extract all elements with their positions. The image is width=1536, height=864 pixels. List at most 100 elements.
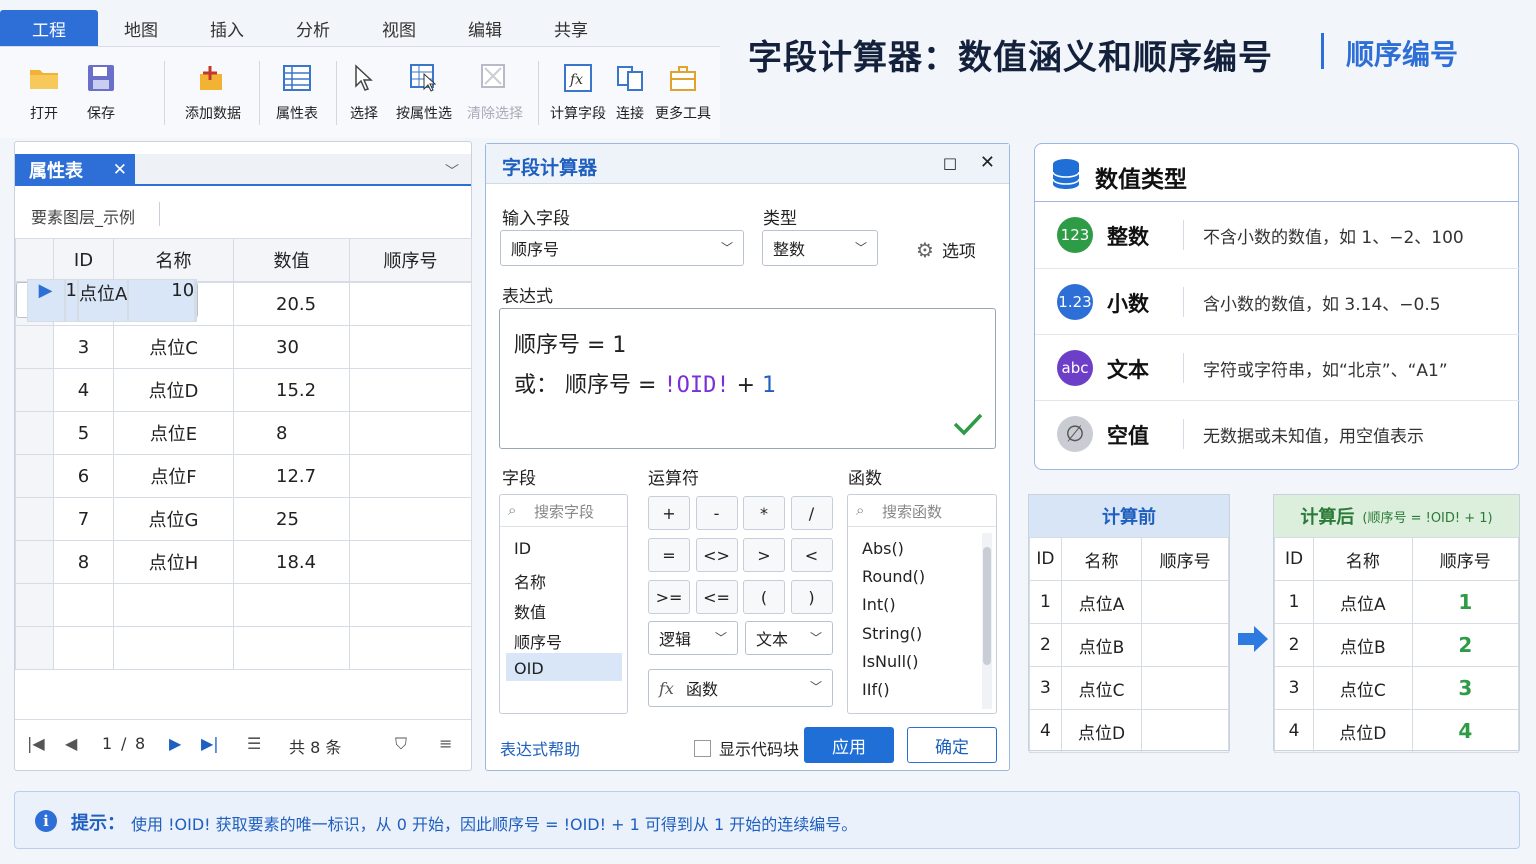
row-selector[interactable] — [15, 411, 54, 455]
cell-seq[interactable] — [195, 278, 198, 322]
operator-button[interactable]: <> — [695, 538, 738, 572]
tab-project[interactable]: 工程 — [0, 10, 98, 46]
operator-button[interactable]: ) — [790, 580, 833, 614]
cell-seq[interactable] — [349, 282, 472, 326]
field-item[interactable]: 名称 — [514, 569, 546, 593]
cell-name[interactable]: 点位D — [113, 368, 234, 412]
function-item[interactable]: Abs() — [862, 539, 904, 558]
cell-value[interactable]: 15.2 — [233, 368, 350, 412]
cell-seq[interactable] — [349, 540, 472, 584]
close-icon[interactable]: ✕ — [113, 160, 127, 180]
apply-button[interactable]: 应用 — [804, 727, 894, 763]
cell-value[interactable]: 12.7 — [233, 454, 350, 498]
cell-id[interactable]: 7 — [53, 497, 114, 541]
maximize-icon[interactable]: □ — [943, 154, 957, 172]
table-row[interactable]: 5 点位E 8 — [15, 411, 472, 455]
text-dropdown[interactable]: 文本 ﹀ — [745, 621, 833, 655]
operator-button[interactable]: = — [648, 538, 690, 572]
function-item[interactable]: String() — [862, 624, 922, 643]
cell-seq[interactable] — [349, 626, 472, 670]
cell-id[interactable]: 6 — [53, 454, 114, 498]
attribute-table-button[interactable]: 属性表 — [262, 47, 332, 139]
last-page-icon[interactable]: ▶| — [201, 734, 219, 753]
function-item[interactable]: Int() — [862, 595, 896, 614]
attribute-table-tab[interactable]: 属性表 ✕ — [15, 154, 135, 186]
cell-value[interactable]: 25 — [233, 497, 350, 541]
operator-button[interactable]: + — [648, 496, 690, 530]
cell-id[interactable]: 5 — [53, 411, 114, 455]
row-selector[interactable] — [15, 626, 54, 670]
cell-name[interactable]: 点位F — [113, 454, 234, 498]
row-selector[interactable] — [15, 368, 54, 412]
show-code-block-checkbox[interactable]: 显示代码块 — [694, 736, 799, 760]
cell-seq[interactable] — [349, 583, 472, 627]
cell-value[interactable]: 18.4 — [233, 540, 350, 584]
column-header-seq[interactable]: 顺序号 — [349, 238, 472, 282]
column-header-value[interactable]: 数值 — [233, 238, 350, 282]
cell-id[interactable]: 1 — [64, 278, 78, 322]
function-item[interactable]: IsNull() — [862, 652, 919, 671]
table-row[interactable]: ▶ 1 点位A 10 — [15, 278, 199, 322]
field-item-oid[interactable]: OID — [514, 659, 544, 678]
field-item[interactable]: 数值 — [514, 599, 546, 623]
options-button[interactable]: ⚙ 选项 — [916, 237, 976, 263]
operator-button[interactable]: >= — [648, 580, 690, 614]
cell-seq[interactable] — [349, 497, 472, 541]
cell-name[interactable]: 点位C — [113, 325, 234, 369]
cell-seq[interactable] — [349, 454, 472, 498]
tab-map[interactable]: 地图 — [98, 10, 184, 46]
cell-id[interactable] — [53, 583, 114, 627]
current-row-icon[interactable]: ▶ — [26, 278, 65, 322]
tab-edit[interactable]: 编辑 — [442, 10, 528, 46]
filter-icon[interactable]: ⛉ — [395, 734, 407, 754]
cell-name[interactable]: 点位E — [113, 411, 234, 455]
table-row[interactable]: 7 点位G 25 — [15, 497, 472, 541]
cell-name[interactable]: 点位G — [113, 497, 234, 541]
operator-button[interactable]: * — [743, 496, 785, 530]
expression-help-link[interactable]: 表达式帮助 — [500, 736, 580, 760]
cell-name[interactable]: 点位A — [77, 278, 129, 322]
scrollbar[interactable] — [982, 533, 992, 709]
prev-page-icon[interactable]: ◀ — [65, 734, 77, 753]
cell-value[interactable]: 30 — [233, 325, 350, 369]
table-row[interactable] — [15, 626, 472, 670]
tab-share[interactable]: 共享 — [528, 10, 614, 46]
table-row[interactable]: 3 点位C 30 — [15, 325, 472, 369]
function-item[interactable]: IIf() — [862, 680, 890, 699]
operator-button[interactable]: ( — [743, 580, 785, 614]
column-header-id[interactable]: ID — [53, 238, 114, 282]
field-item[interactable]: 顺序号 — [514, 629, 562, 653]
functions-search-input[interactable]: ⌕ 搜索函数 — [848, 495, 996, 527]
cell-seq[interactable] — [349, 368, 472, 412]
operator-button[interactable]: <= — [695, 580, 738, 614]
row-selector[interactable] — [15, 583, 54, 627]
column-header-name[interactable]: 名称 — [113, 238, 234, 282]
row-selector-header[interactable] — [15, 238, 54, 282]
select-by-attribute-button[interactable]: 按属性选 — [389, 47, 459, 139]
tab-analysis[interactable]: 分析 — [270, 10, 356, 46]
row-selector[interactable] — [15, 454, 54, 498]
function-dropdown[interactable]: fx 函数 ﹀ — [648, 669, 833, 707]
fields-search-input[interactable]: ⌕ 搜索字段 — [500, 495, 627, 527]
logic-dropdown[interactable]: 逻辑 ﹀ — [648, 621, 738, 655]
table-row[interactable]: 4 点位D 15.2 — [15, 368, 472, 412]
list-icon[interactable]: ☰ — [247, 734, 261, 753]
next-page-icon[interactable]: ▶ — [169, 734, 181, 753]
tab-view[interactable]: 视图 — [356, 10, 442, 46]
row-selector[interactable] — [15, 497, 54, 541]
chevron-down-icon[interactable]: ﹀ — [445, 161, 459, 181]
clear-selection-button[interactable]: 清除选择 — [460, 47, 530, 139]
cell-value[interactable]: 20.5 — [233, 282, 350, 326]
first-page-icon[interactable]: |◀ — [27, 734, 45, 753]
type-select[interactable]: 整数 ﹀ — [762, 230, 878, 266]
ok-button[interactable]: 确定 — [907, 727, 997, 763]
cell-seq[interactable] — [349, 411, 472, 455]
save-button[interactable]: 保存 — [66, 47, 136, 139]
operator-button[interactable]: / — [790, 496, 833, 530]
input-field-select[interactable]: 顺序号 ﹀ — [500, 230, 744, 266]
tab-insert[interactable]: 插入 — [184, 10, 270, 46]
cell-value[interactable]: 8 — [233, 411, 350, 455]
operator-button[interactable]: - — [695, 496, 738, 530]
menu-icon[interactable]: ≡ — [439, 734, 452, 753]
cell-value[interactable]: 10 — [128, 278, 196, 322]
